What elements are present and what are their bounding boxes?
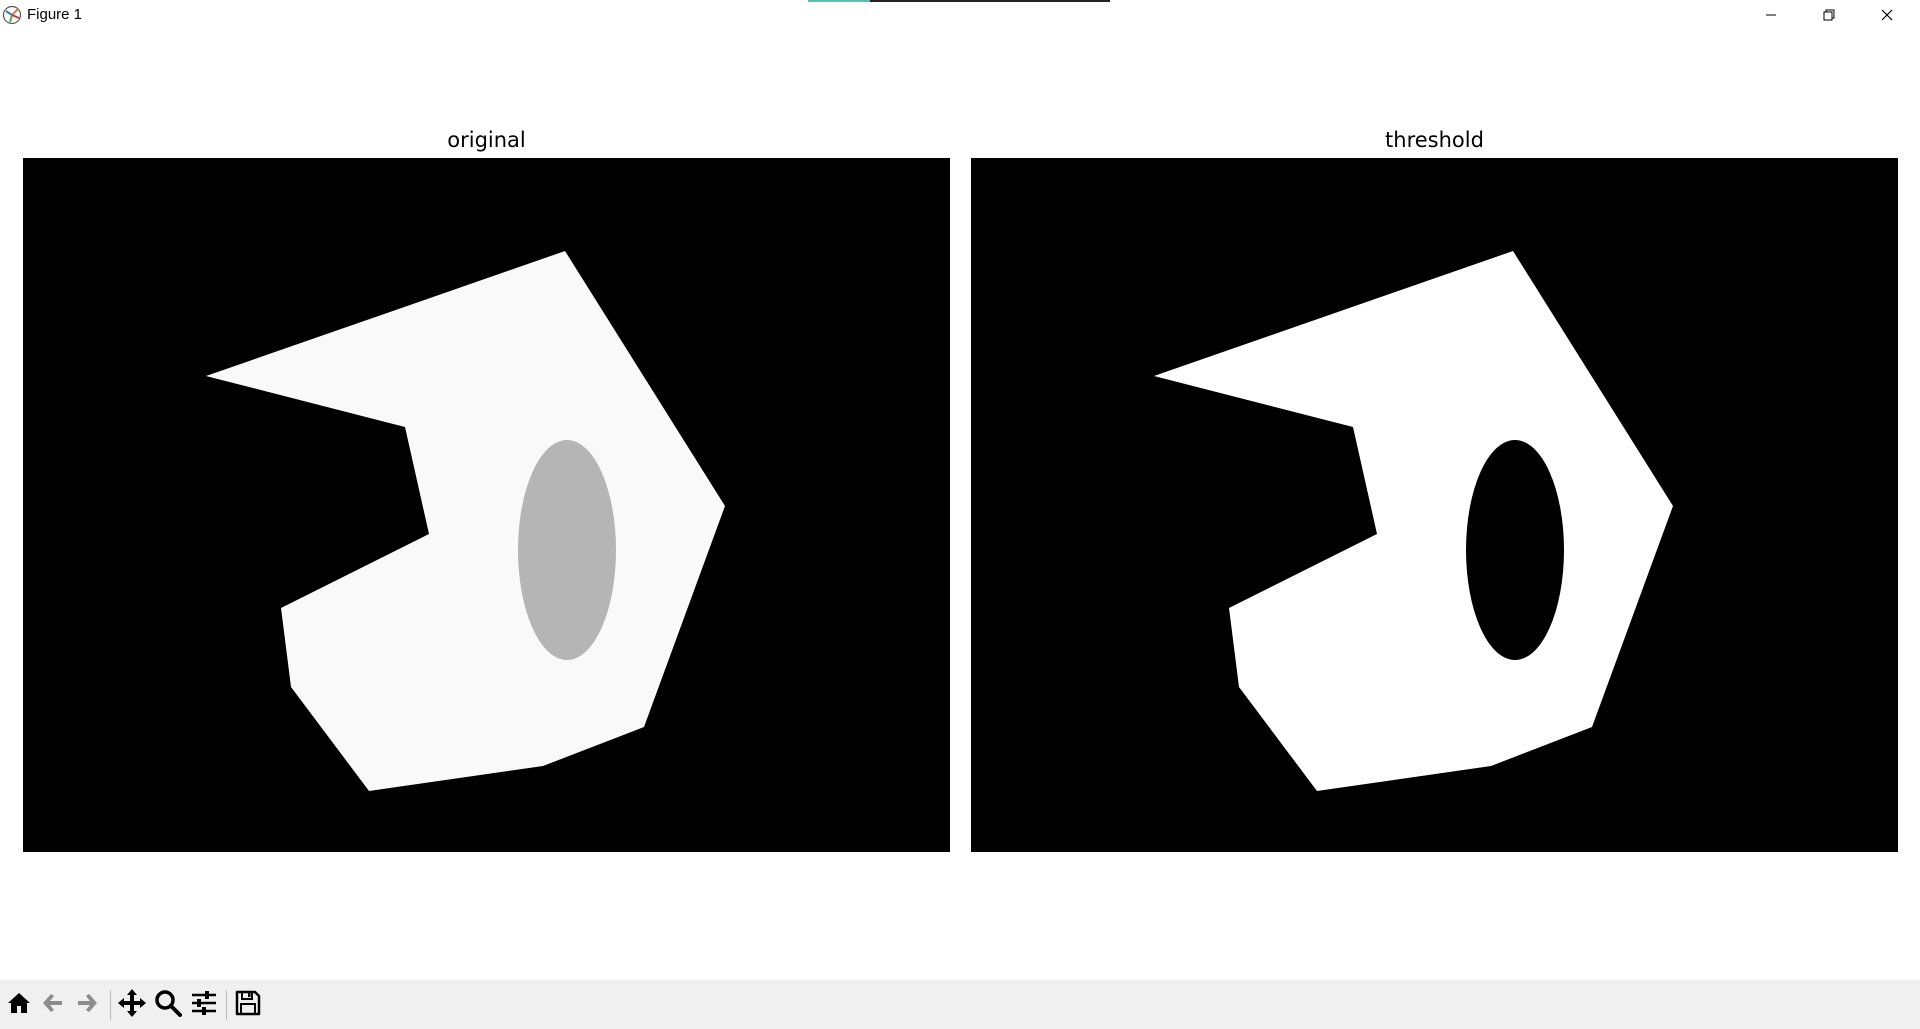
close-button[interactable] (1858, 0, 1916, 30)
zoom-button[interactable] (151, 988, 185, 1022)
title-bar[interactable]: Figure 1 (0, 0, 1920, 30)
arrow-left-icon (40, 990, 66, 1020)
window-title: Figure 1 (27, 6, 83, 23)
subplot-title-threshold: threshold (1385, 128, 1484, 152)
ellipse-hole (1466, 440, 1564, 660)
toolbar-separator (110, 990, 111, 1020)
arrow-right-icon (74, 990, 100, 1020)
subplot-title-original: original (447, 128, 526, 152)
restore-icon (1823, 6, 1835, 25)
home-icon (6, 990, 32, 1020)
toolbar-separator (226, 990, 227, 1020)
close-icon (1881, 6, 1893, 25)
move-icon (117, 988, 147, 1022)
axes-threshold[interactable] (971, 158, 1898, 852)
forward-button[interactable] (70, 988, 104, 1022)
axes-original[interactable] (23, 158, 950, 852)
magnifier-icon (154, 989, 182, 1021)
back-button[interactable] (36, 988, 70, 1022)
pan-button[interactable] (115, 988, 149, 1022)
ellipse-hole (518, 440, 616, 660)
configure-subplots-button[interactable] (187, 988, 221, 1022)
title-accent-bar (808, 0, 1110, 2)
floppy-disk-icon (234, 989, 262, 1021)
figure-window: Figure 1 original threshold (0, 0, 1920, 1029)
sliders-icon (190, 989, 218, 1021)
restore-button[interactable] (1800, 0, 1858, 30)
minimize-icon (1765, 6, 1777, 25)
home-button[interactable] (2, 988, 36, 1022)
navigation-toolbar (0, 980, 1920, 1029)
matplotlib-logo-icon (2, 5, 22, 25)
save-button[interactable] (231, 988, 265, 1022)
minimize-button[interactable] (1742, 0, 1800, 30)
